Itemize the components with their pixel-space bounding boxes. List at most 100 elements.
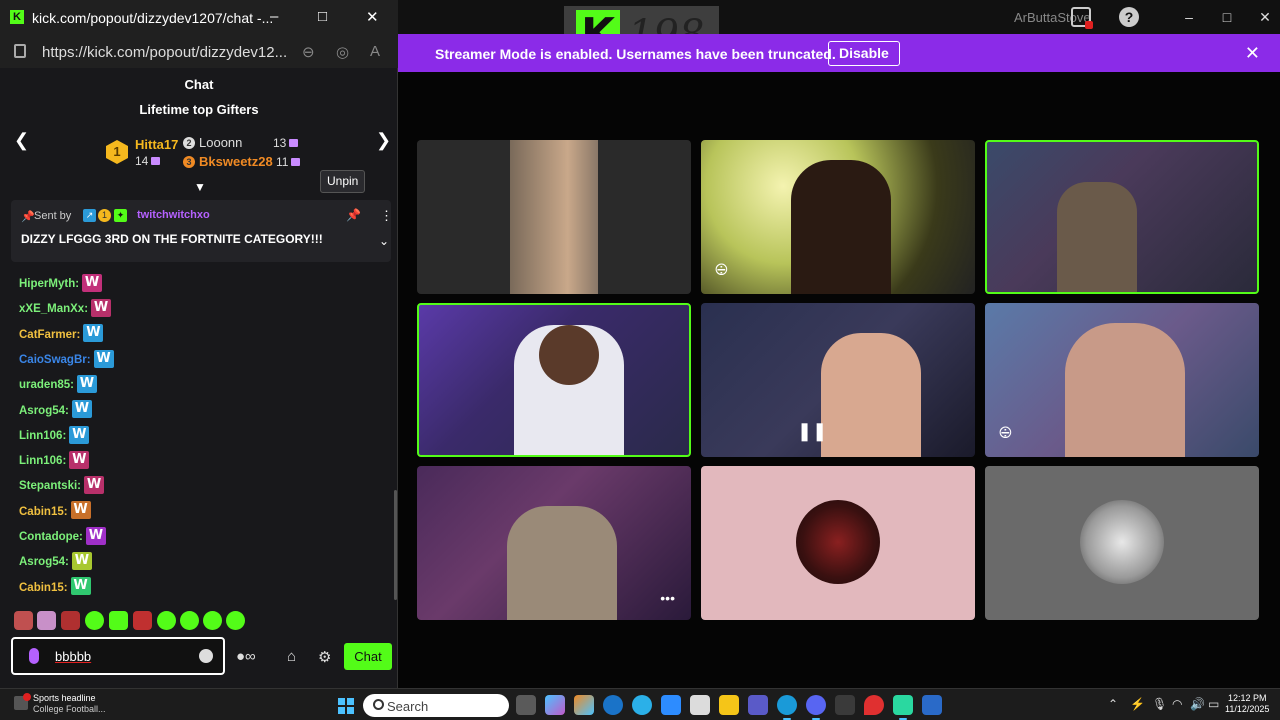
battery-icon[interactable]: ▭: [1208, 697, 1219, 711]
settings-icon[interactable]: [835, 695, 855, 715]
chat-username[interactable]: CatFarmer:: [19, 329, 80, 341]
news-subtitle[interactable]: College Football...: [33, 704, 106, 714]
help-icon[interactable]: ?: [1119, 7, 1139, 27]
w-emote[interactable]: W: [83, 324, 104, 343]
copilot-app-icon[interactable]: [574, 695, 594, 715]
emote-button[interactable]: [85, 611, 104, 630]
close-icon[interactable]: ✕: [1245, 43, 1260, 64]
discord-icon[interactable]: [806, 695, 826, 720]
video-tile-active[interactable]: [985, 140, 1259, 294]
clock-date[interactable]: 11/12/2025: [1225, 704, 1269, 714]
eye-off-icon[interactable]: ◎: [336, 43, 349, 61]
minimize-button[interactable]: –: [270, 8, 278, 25]
mic-icon[interactable]: [29, 648, 39, 664]
chat-message[interactable]: HiperMyth: W: [19, 273, 103, 295]
more-icon[interactable]: ⋮: [380, 208, 393, 224]
url-text[interactable]: https://kick.com/popout/dizzydev12...: [42, 44, 287, 61]
file-explorer-icon[interactable]: [719, 695, 739, 715]
emote-button[interactable]: [203, 611, 222, 630]
video-tile-active[interactable]: [417, 303, 691, 457]
zoom-app-icon[interactable]: [661, 695, 681, 715]
emote-button[interactable]: [226, 611, 245, 630]
emote-button[interactable]: [37, 611, 56, 630]
chat-username[interactable]: Linn106:: [19, 430, 66, 442]
gifter-name[interactable]: Bksweetz28: [199, 154, 273, 169]
teams-icon[interactable]: [748, 695, 768, 715]
network-icon[interactable]: ⚡: [1130, 697, 1145, 711]
video-tile-avatar[interactable]: [701, 466, 975, 620]
news-widget-icon[interactable]: [14, 693, 31, 710]
gear-icon[interactable]: ⚙: [318, 648, 331, 666]
emote-button[interactable]: [109, 611, 128, 630]
video-tile[interactable]: [417, 140, 691, 294]
chat-message[interactable]: Contadope: W: [19, 526, 106, 548]
chevron-right-icon[interactable]: ❯: [376, 130, 391, 151]
pinned-username[interactable]: twitchwitchxo: [137, 209, 210, 221]
chat-username[interactable]: xXE_ManXx:: [19, 303, 88, 315]
video-tile[interactable]: ⨸: [985, 303, 1259, 457]
minimize-button[interactable]: –: [1180, 8, 1198, 26]
maps-icon[interactable]: [864, 695, 884, 715]
w-emote[interactable]: W: [71, 552, 92, 571]
w-emote[interactable]: W: [69, 425, 90, 444]
gifter-name[interactable]: Hitta17: [135, 137, 178, 152]
points-icon[interactable]: ●∞: [236, 648, 256, 665]
chat-message[interactable]: CatFarmer: W: [19, 324, 104, 346]
chat-username[interactable]: Cabin15:: [19, 582, 68, 594]
collapse-icon[interactable]: ▼: [194, 180, 206, 194]
chat-message[interactable]: Stepantski: W: [19, 475, 104, 497]
edge-dev-icon[interactable]: [632, 695, 652, 715]
w-emote[interactable]: W: [85, 526, 106, 545]
emote-button[interactable]: [180, 611, 199, 630]
w-emote[interactable]: W: [70, 501, 91, 520]
maximize-button[interactable]: □: [1218, 8, 1236, 26]
hp-icon[interactable]: [603, 695, 623, 715]
chat-messages[interactable]: HiperMyth: WxXE_ManXx: W CatFarmer: W CaioSwa…: [0, 270, 398, 600]
chat-username[interactable]: Contadope:: [19, 531, 83, 543]
emoji-icon[interactable]: [199, 649, 213, 663]
chevron-up-icon[interactable]: ⌃: [1108, 697, 1118, 711]
gifter-name[interactable]: Looonn: [199, 135, 242, 150]
chat-username[interactable]: Asrog54:: [19, 556, 69, 568]
emote-button[interactable]: [157, 611, 176, 630]
chat-username[interactable]: Cabin15:: [19, 506, 68, 518]
chat-scrollbar[interactable]: [394, 490, 397, 600]
chat-input-box[interactable]: bbbbb: [11, 637, 225, 675]
w-emote[interactable]: W: [84, 476, 104, 495]
emote-button[interactable]: [14, 611, 33, 630]
video-tile[interactable]: ❚❚: [701, 303, 975, 457]
camera-record-icon[interactable]: [1071, 7, 1093, 29]
w-emote[interactable]: W: [93, 349, 114, 368]
chat-message[interactable]: Cabin15: W: [19, 577, 91, 599]
wifi-icon[interactable]: ◠: [1172, 697, 1182, 711]
w-emote[interactable]: W: [91, 299, 112, 318]
video-tile-avatar[interactable]: [985, 466, 1259, 620]
maximize-button[interactable]: □: [318, 8, 327, 25]
url-bar[interactable]: https://kick.com/popout/dizzydev12... ⊖ …: [0, 36, 398, 68]
chat-message[interactable]: Linn106: W: [19, 425, 90, 447]
chat-message[interactable]: xXE_ManXx: W: [19, 298, 112, 320]
w-emote[interactable]: W: [69, 450, 90, 469]
chat-username[interactable]: Linn106:: [19, 455, 66, 467]
chat-username[interactable]: HiperMyth:: [19, 278, 79, 290]
chat-message[interactable]: Linn106: W: [19, 450, 90, 472]
zoom-icon[interactable]: ⊖: [302, 43, 315, 61]
store-icon[interactable]: ⌂: [287, 648, 296, 665]
chat-message[interactable]: Asrog54: W: [19, 400, 92, 422]
lock-icon[interactable]: [14, 44, 26, 58]
w-emote[interactable]: W: [70, 577, 91, 596]
store-app-icon[interactable]: [690, 695, 710, 715]
copilot-icon[interactable]: [545, 695, 565, 715]
start-button[interactable]: [338, 698, 354, 714]
more-icon[interactable]: •••: [660, 590, 675, 606]
chat-message[interactable]: Cabin15: W: [19, 501, 91, 523]
chevron-left-icon[interactable]: ❮: [14, 130, 29, 151]
clock-time[interactable]: 12:12 PM: [1228, 693, 1267, 703]
read-aloud-icon[interactable]: A: [370, 43, 380, 60]
w-emote[interactable]: W: [76, 374, 97, 393]
edge-icon[interactable]: [777, 695, 797, 720]
unpin-icon[interactable]: 📌: [346, 208, 361, 222]
chat-username[interactable]: CaioSwagBr:: [19, 354, 91, 366]
video-tile[interactable]: ⨸: [701, 140, 975, 294]
w-emote[interactable]: W: [82, 273, 103, 292]
